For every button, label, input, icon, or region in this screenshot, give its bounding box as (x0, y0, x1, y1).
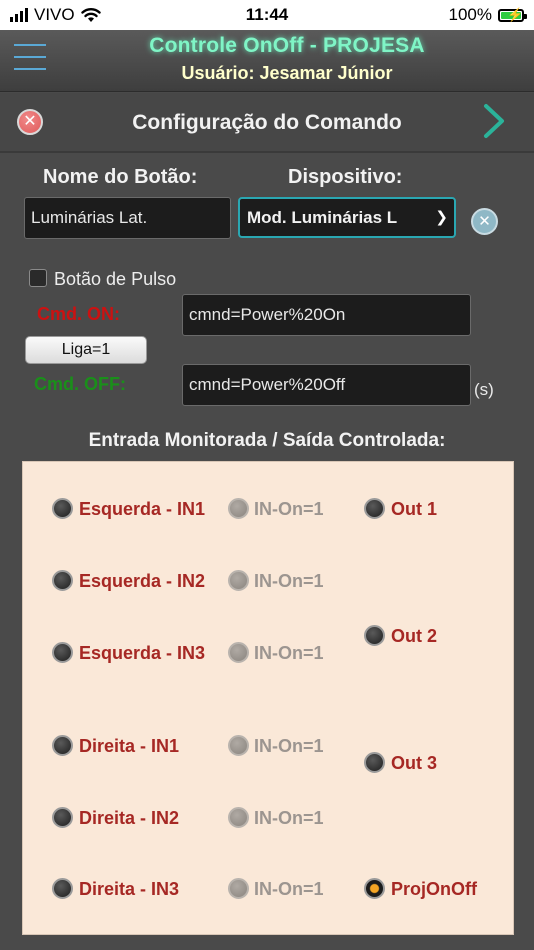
user-name: Usuário: Jesamar Júnior (181, 63, 393, 83)
output-radio[interactable] (364, 498, 385, 519)
output-label: Out 1 (391, 499, 438, 519)
in-on-label: IN-On=1 (254, 808, 324, 828)
in-on-label: IN-On=1 (254, 499, 324, 519)
input-label: Direita - IN1 (79, 736, 180, 756)
clear-device-icon[interactable]: ✕ (471, 208, 498, 235)
page-title: Configuração do Comando (132, 111, 402, 134)
input-label: Esquerda - IN3 (79, 643, 206, 663)
input-radio[interactable] (52, 570, 73, 591)
output-radio[interactable] (364, 625, 385, 646)
output-radio-selected[interactable] (364, 878, 385, 899)
io-panel: Esquerda - IN1 IN-On=1 Esquerda - IN2 IN… (22, 461, 514, 935)
cmd-on-label: Cmd. ON: (37, 304, 120, 324)
output-label: Out 2 (391, 626, 438, 646)
device-select-value: Mod. Luminárias L (247, 208, 398, 227)
device-label: Dispositivo: (288, 166, 403, 188)
section-title: Entrada Monitorada / Saída Controlada: (88, 430, 446, 451)
in-on-label: IN-On=1 (254, 643, 324, 663)
input-radio[interactable] (52, 642, 73, 663)
liga-button[interactable]: Liga=1 (25, 336, 147, 364)
chevron-down-icon: ❯ (435, 209, 448, 226)
chevron-right-icon[interactable] (480, 102, 508, 140)
input-label: Direita - IN3 (79, 879, 180, 899)
input-radio[interactable] (52, 498, 73, 519)
output-label: ProjOnOff (391, 879, 477, 899)
in-on-radio[interactable] (228, 498, 249, 519)
input-radio[interactable] (52, 807, 73, 828)
in-on-radio[interactable] (228, 807, 249, 828)
status-bar: VIVO 11:44 100% ⚡ (0, 0, 534, 30)
in-on-label: IN-On=1 (254, 736, 324, 756)
in-on-radio[interactable] (228, 570, 249, 591)
pulse-checkbox[interactable] (29, 269, 47, 287)
input-radio[interactable] (52, 735, 73, 756)
in-on-label: IN-On=1 (254, 571, 324, 591)
status-right: 100% ⚡ (448, 5, 527, 25)
input-label: Esquerda - IN1 (79, 499, 206, 519)
input-radio[interactable] (52, 878, 73, 899)
battery-charging-icon: ⚡ (498, 8, 527, 22)
menu-icon[interactable] (14, 44, 46, 74)
device-select[interactable]: Mod. Luminárias L ❯ (238, 197, 456, 238)
app-header: Controle OnOff - PROJESA Usuário: Jesama… (0, 30, 534, 92)
battery-percent: 100% (448, 5, 492, 24)
in-on-radio[interactable] (228, 735, 249, 756)
output-label: Out 3 (391, 753, 438, 773)
input-label: Direita - IN2 (79, 808, 180, 828)
cmd-off-label: Cmd. OFF: (34, 374, 126, 394)
name-label: Nome do Botão: (43, 166, 198, 188)
button-name-input[interactable] (24, 197, 231, 239)
cmd-on-input[interactable] (182, 294, 471, 336)
output-radio[interactable] (364, 752, 385, 773)
app-title: Controle OnOff - PROJESA (149, 34, 425, 57)
input-label: Esquerda - IN2 (79, 571, 206, 591)
cmd-off-input[interactable] (182, 364, 471, 406)
in-on-label: IN-On=1 (254, 879, 324, 899)
unit-label: (s) (474, 380, 494, 399)
pulse-label: Botão de Pulso (54, 269, 177, 289)
in-on-radio[interactable] (228, 642, 249, 663)
in-on-radio[interactable] (228, 878, 249, 899)
